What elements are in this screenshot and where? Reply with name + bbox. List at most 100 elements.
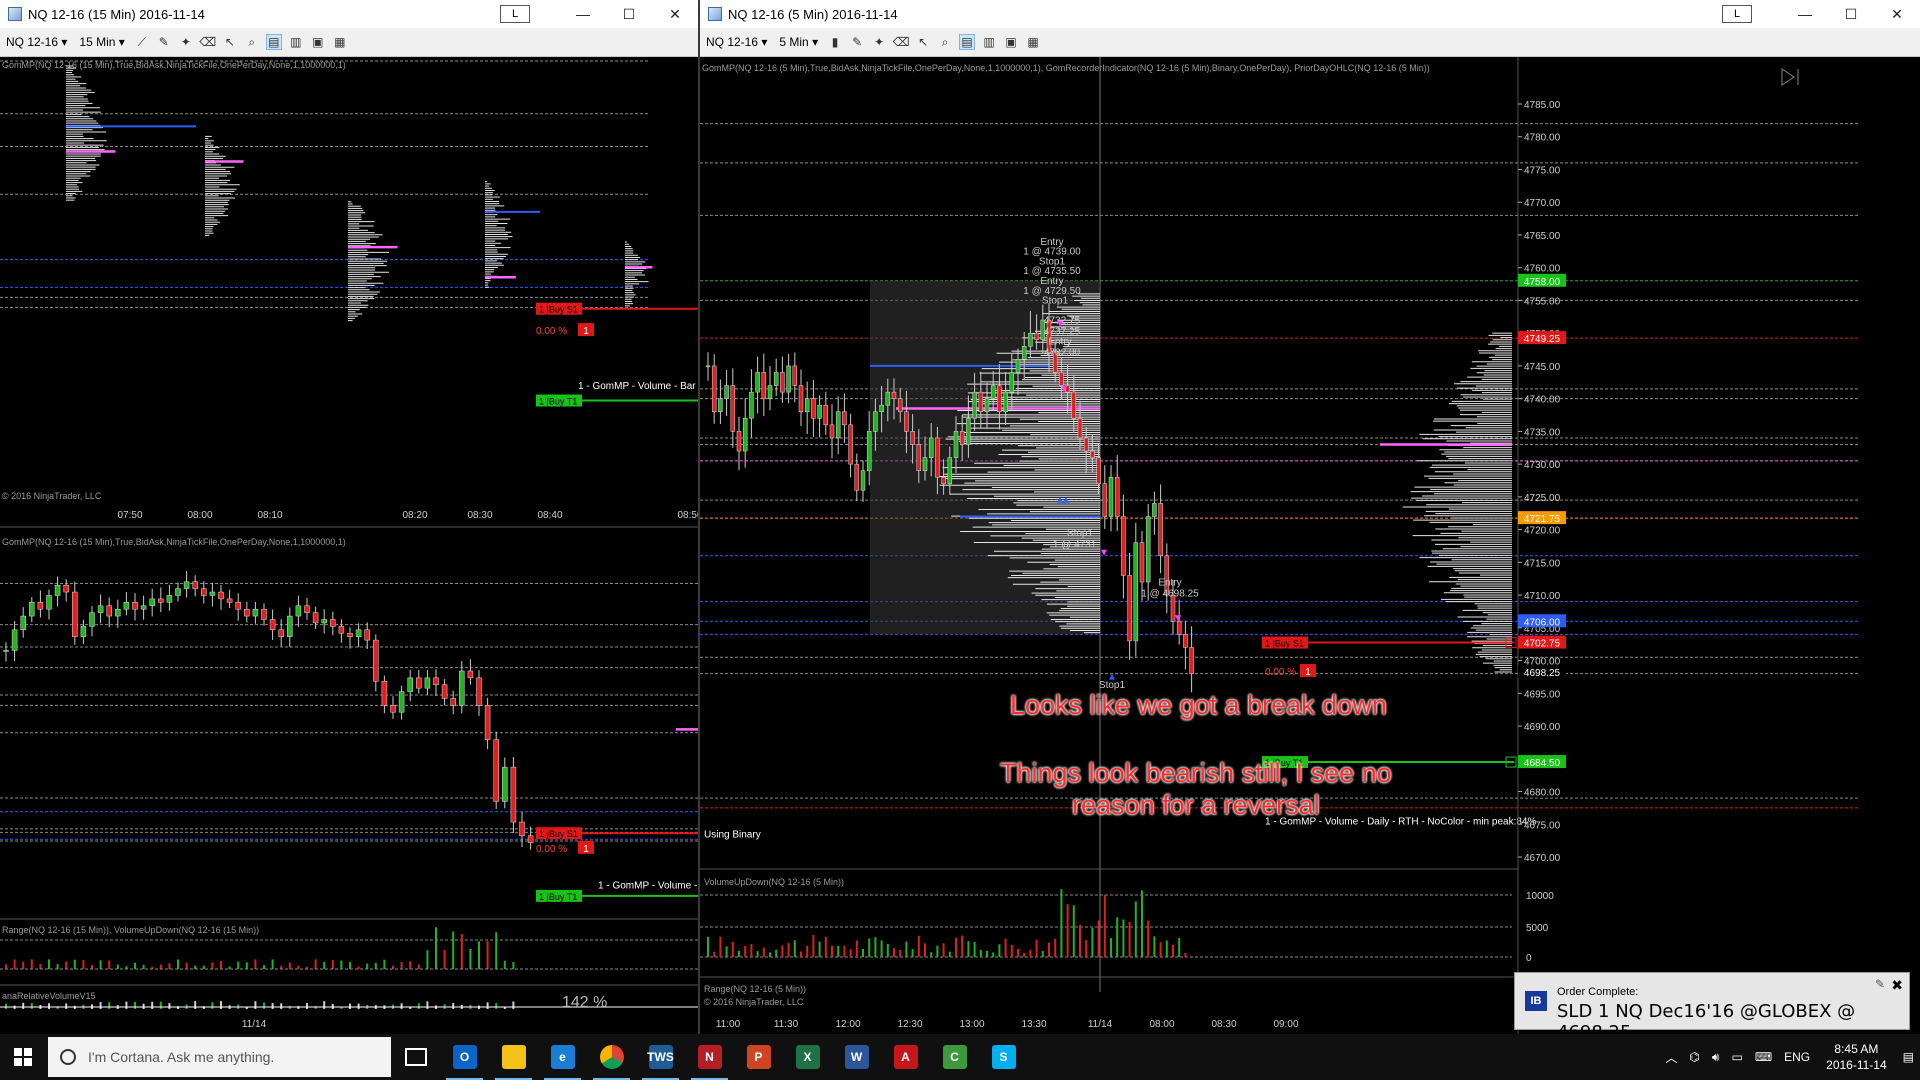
left-chart-window[interactable]: NQ 12-16 (15 Min) 2016-11-14 L — ☐ ✕ NQ … [0, 0, 698, 1034]
taskbar-word-icon[interactable]: W [832, 1034, 881, 1080]
right-price-axis-label: 4720.00 [1524, 526, 1561, 537]
indicators-icon[interactable]: ▥ [981, 34, 997, 50]
taskbar-tws-icon[interactable]: TWS [636, 1034, 685, 1080]
right-price-axis-label: 4760.00 [1524, 264, 1561, 275]
left-bottom-candle-body [115, 608, 121, 617]
left-bottom-candle-body [20, 615, 26, 631]
chart-style-icon[interactable]: ⟋ [134, 34, 150, 50]
right-candle-body [842, 411, 847, 426]
screenshot-icon[interactable]: ▣ [310, 34, 326, 50]
taskbar-task-view-icon[interactable] [391, 1034, 440, 1080]
left-bottom-candle-body [89, 612, 95, 627]
right-candle-body [984, 398, 990, 412]
right-charts-canvas[interactable]: GomMP(NQ 12-16 (5 Min),True,BidAsk,Ninja… [700, 57, 1920, 1034]
right-time-label: 12:00 [835, 1019, 860, 1030]
taskbar-file-explorer-icon[interactable] [489, 1034, 538, 1080]
keyboard-icon[interactable]: ⌨ [1755, 1050, 1772, 1064]
left-bottom-candle-body [192, 581, 198, 589]
left-range-label: Range(NQ 12-16 (15 Min)), VolumeUpDown(N… [2, 925, 259, 935]
taskbar-outlook-icon[interactable]: O [440, 1034, 489, 1080]
properties-icon[interactable]: ▦ [1025, 34, 1041, 50]
right-chart-area[interactable]: GomMP(NQ 12-16 (5 Min),True,BidAsk,Ninja… [700, 57, 1920, 1034]
indicators-icon[interactable]: ▥ [288, 34, 304, 50]
right-title-bar[interactable]: NQ 12-16 (5 Min) 2016-11-14 L — ☐ ✕ [700, 0, 1920, 28]
eraser-icon[interactable]: ⌫ [893, 34, 910, 50]
right-candle-body [1083, 437, 1089, 452]
link-button[interactable]: L [1722, 5, 1752, 23]
taskbar-skype-icon[interactable]: S [979, 1034, 1028, 1080]
taskbar-acrobat-icon[interactable]: A [881, 1034, 930, 1080]
candlestick-icon[interactable]: ▮ [827, 34, 843, 50]
left-title-bar[interactable]: NQ 12-16 (15 Min) 2016-11-14 L — ☐ ✕ [0, 0, 698, 28]
strategy-icon[interactable]: ✦ [178, 34, 194, 50]
system-tray: ︿ ⌬ 🔊︎ ▭ ⌨ ENG 8:45 AM 2016-11-14 ▤ [1659, 1034, 1920, 1080]
right-chart-toolbar: NQ 12-16 ▾ 5 Min ▾ ▮ ✎ ✦ ⌫ ↖ ⌕ ▤ ▥ ▣ ▦ [700, 28, 1920, 57]
right-candle-body [873, 411, 878, 432]
left-bottom-candle-body [132, 602, 138, 610]
strategy-icon[interactable]: ✦ [871, 34, 887, 50]
left-top-buy-t1: 1 |Buy T1 [539, 397, 577, 407]
clock[interactable]: 8:45 AM 2016-11-14 [1826, 1041, 1887, 1073]
right-candle-body [730, 385, 736, 432]
interval-selector[interactable]: 5 Min ▾ [773, 35, 824, 49]
minimize-icon[interactable]: — [560, 0, 606, 28]
link-button[interactable]: L [500, 5, 530, 23]
maximize-icon[interactable]: ☐ [1828, 0, 1874, 28]
instrument-selector[interactable]: NQ 12-16 ▾ [0, 35, 73, 49]
left-top-time-label: 08:40 [537, 510, 562, 521]
cursor-icon[interactable]: ↖ [222, 34, 238, 50]
left-chart-area[interactable]: GomMP(NQ 12-16 (15 Min),True,BidAsk,Ninj… [0, 57, 698, 1034]
sound-icon[interactable]: 🔊︎ [1712, 1050, 1720, 1065]
drawing-tool-icon[interactable]: ✎ [849, 34, 865, 50]
close-icon[interactable]: ✕ [652, 0, 698, 28]
interval-selector[interactable]: 15 Min ▾ [73, 35, 130, 49]
right-chart-window[interactable]: NQ 12-16 (5 Min) 2016-11-14 L — ☐ ✕ NQ 1… [698, 0, 1920, 1034]
left-bottom-candle-body [261, 608, 267, 620]
left-top-time-label: 08:30 [467, 510, 492, 521]
left-bottom-candle-body [54, 584, 61, 596]
chart-trader-icon[interactable]: ▤ [265, 34, 282, 50]
right-candle-body [860, 470, 866, 491]
battery-icon[interactable]: ▭ [1731, 1050, 1742, 1064]
pin-icon[interactable]: ✎ [1875, 977, 1885, 991]
cortana-search-box[interactable]: I'm Cortana. Ask me anything. [48, 1037, 391, 1077]
network-icon[interactable]: ⌬ [1689, 1050, 1699, 1064]
taskbar-chrome-icon[interactable] [587, 1034, 636, 1080]
minimize-icon[interactable]: — [1782, 0, 1828, 28]
right-candle-body [1189, 647, 1194, 674]
windows-start-icon[interactable] [0, 1034, 46, 1080]
right-price-4721: 4721.75 [1524, 514, 1561, 525]
interval-label: 15 Min [79, 35, 116, 49]
right-candle-body [953, 431, 959, 458]
left-charts-canvas[interactable]: GomMP(NQ 12-16 (15 Min),True,BidAsk,Ninj… [0, 57, 698, 1034]
toast-close-icon[interactable]: ✖ [1891, 977, 1903, 994]
properties-icon[interactable]: ▦ [332, 34, 348, 50]
taskbar-powerpoint-icon[interactable]: P [734, 1034, 783, 1080]
instrument-label: NQ 12-16 [6, 35, 59, 49]
tray-expand-icon[interactable]: ︿ [1665, 1049, 1677, 1066]
notifications-icon[interactable]: ▤ [1903, 1050, 1914, 1064]
taskbar-excel-icon[interactable]: X [783, 1034, 832, 1080]
cursor-icon[interactable]: ↖ [915, 34, 931, 50]
order-complete-notification[interactable]: IB Order Complete: SLD 1 NQ Dec16'16 @GL… [1514, 972, 1910, 1043]
drawing-tool-icon[interactable]: ✎ [156, 34, 172, 50]
right-candle-body [928, 437, 934, 458]
right-price-axis-label: 4735.00 [1524, 427, 1561, 438]
instrument-selector[interactable]: NQ 12-16 ▾ [700, 35, 773, 49]
taskbar-camtasia-icon[interactable]: C [930, 1034, 979, 1080]
left-top-time-label: 07:50 [117, 510, 142, 521]
left-top-buy-s1: 1 |Buy S1 [539, 305, 578, 315]
left-bottom-candle-body [123, 602, 130, 610]
taskbar-ninjatrader-icon[interactable]: N [685, 1034, 734, 1080]
eraser-icon[interactable]: ⌫ [199, 34, 216, 50]
language-indicator[interactable]: ENG [1784, 1050, 1810, 1064]
close-icon[interactable]: ✕ [1874, 0, 1920, 28]
taskbar-task-view-glyph [404, 1048, 427, 1066]
right-note-stop2: Stop1 [1042, 296, 1069, 307]
maximize-icon[interactable]: ☐ [606, 0, 652, 28]
taskbar-edge-icon[interactable]: e [538, 1034, 587, 1080]
chart-trader-icon[interactable]: ▤ [959, 34, 976, 50]
zoom-icon[interactable]: ⌕ [937, 34, 953, 50]
screenshot-icon[interactable]: ▣ [1003, 34, 1019, 50]
zoom-icon[interactable]: ⌕ [244, 34, 260, 50]
